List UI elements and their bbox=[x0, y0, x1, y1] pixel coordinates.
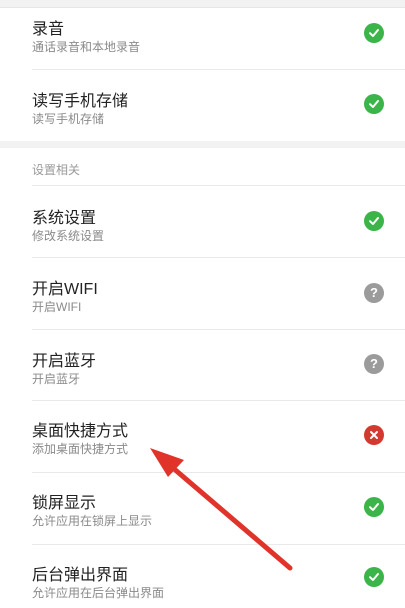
row-title: 锁屏显示 bbox=[32, 495, 97, 512]
section-header: 设置相关 bbox=[32, 163, 81, 177]
permission-row-recording[interactable]: 录音 通话录音和本地录音 bbox=[0, 8, 405, 68]
check-icon[interactable] bbox=[364, 23, 384, 43]
check-icon[interactable] bbox=[364, 94, 384, 114]
row-subtitle: 读写手机存储 bbox=[32, 112, 105, 126]
check-icon[interactable] bbox=[364, 497, 384, 517]
setting-row-background-popup[interactable]: 后台弹出界面 允许应用在后台弹出界面 bbox=[0, 545, 405, 608]
row-subtitle: 允许应用在后台弹出界面 bbox=[32, 586, 165, 600]
row-title: 桌面快捷方式 bbox=[32, 423, 129, 440]
row-subtitle: 开启WIFI bbox=[32, 300, 82, 314]
row-subtitle: 通话录音和本地录音 bbox=[32, 40, 141, 54]
setting-row-lockscreen-display[interactable]: 锁屏显示 允许应用在锁屏上显示 bbox=[0, 473, 405, 543]
setting-row-system-settings[interactable]: 系统设置 修改系统设置 bbox=[0, 186, 405, 256]
check-icon[interactable] bbox=[364, 567, 384, 587]
question-icon[interactable]: ? bbox=[364, 283, 384, 303]
setting-row-bluetooth[interactable]: 开启蓝牙 开启蓝牙 ? bbox=[0, 330, 405, 400]
row-subtitle: 开启蓝牙 bbox=[32, 372, 81, 386]
row-subtitle: 添加桌面快捷方式 bbox=[32, 442, 129, 456]
row-subtitle: 允许应用在锁屏上显示 bbox=[32, 514, 153, 528]
setting-row-wifi[interactable]: 开启WIFI 开启WIFI ? bbox=[0, 258, 405, 328]
row-title: 开启蓝牙 bbox=[32, 353, 97, 370]
row-title: 开启WIFI bbox=[32, 281, 98, 298]
setting-row-desktop-shortcut[interactable]: 桌面快捷方式 添加桌面快捷方式 bbox=[0, 401, 405, 471]
question-icon[interactable]: ? bbox=[364, 354, 384, 374]
cross-icon[interactable] bbox=[364, 425, 384, 445]
permission-settings-screen: 录音 通话录音和本地录音 读写手机存储 读写手机存储 设置相关 系统设置 修改系… bbox=[0, 0, 405, 608]
row-subtitle: 修改系统设置 bbox=[32, 229, 105, 243]
top-strip bbox=[0, 0, 405, 8]
row-title: 读写手机存储 bbox=[32, 93, 129, 110]
row-title: 系统设置 bbox=[32, 210, 97, 227]
permission-row-storage[interactable]: 读写手机存储 读写手机存储 bbox=[0, 70, 405, 140]
section-separator bbox=[0, 141, 405, 148]
row-title: 后台弹出界面 bbox=[32, 567, 129, 584]
check-icon[interactable] bbox=[364, 211, 384, 231]
row-title: 录音 bbox=[32, 21, 65, 38]
